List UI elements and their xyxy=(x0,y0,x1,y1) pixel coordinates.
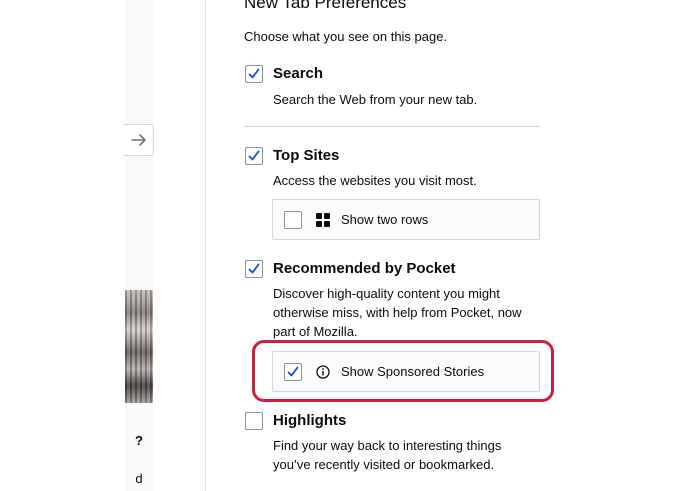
checkmark-icon xyxy=(248,263,260,274)
pocket-option-description: Discover high-quality content you might … xyxy=(273,286,522,339)
top-sites-option-label: Top Sites xyxy=(273,147,340,164)
top-sites-checkbox[interactable] xyxy=(245,147,263,165)
checkmark-icon xyxy=(248,68,260,79)
page-title: New Tab Preferences xyxy=(244,0,407,12)
highlights-option-label: Highlights xyxy=(273,412,347,429)
highlights-option-description: Find your way back to interesting things… xyxy=(273,438,502,472)
story-thumbnail-image[interactable] xyxy=(125,290,153,403)
grid-icon xyxy=(316,213,330,227)
show-two-rows-label: Show two rows xyxy=(341,212,429,227)
new-tab-background-strip xyxy=(125,0,153,491)
story-title-fragment: ? xyxy=(135,433,143,448)
page-intro: Choose what you see on this page. xyxy=(244,29,448,44)
checkmark-icon xyxy=(248,150,260,161)
arrow-right-icon xyxy=(130,134,146,146)
section-separator xyxy=(244,126,540,127)
search-option-label: Search xyxy=(273,65,324,82)
search-option-description: Search the Web from your new tab. xyxy=(273,92,478,107)
pocket-checkbox[interactable] xyxy=(245,260,263,278)
pocket-option-label: Recommended by Pocket xyxy=(273,260,456,277)
forward-arrow-button[interactable] xyxy=(124,124,154,156)
search-checkbox[interactable] xyxy=(245,65,263,83)
top-sites-option-description: Access the websites you visit most. xyxy=(273,173,477,188)
story-source-fragment: d xyxy=(135,471,143,486)
annotation-highlight-ring xyxy=(252,340,554,402)
show-two-rows-option[interactable]: Show two rows xyxy=(272,199,540,240)
show-two-rows-checkbox[interactable] xyxy=(284,211,302,229)
highlights-checkbox[interactable] xyxy=(245,412,263,430)
preferences-panel-edge xyxy=(205,0,206,491)
